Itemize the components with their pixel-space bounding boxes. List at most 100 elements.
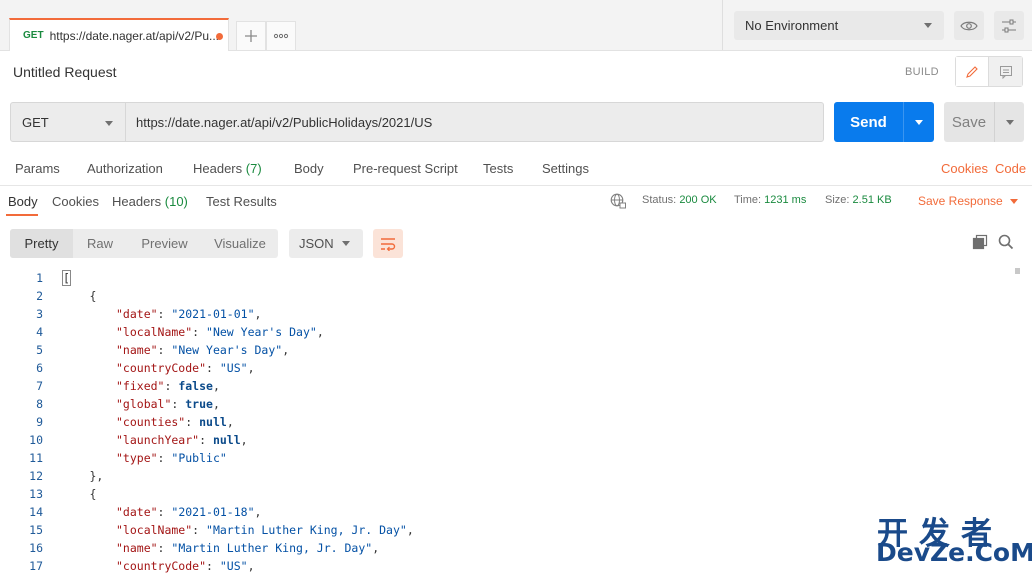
- environment-label: No Environment: [745, 18, 839, 33]
- code-token: :: [171, 397, 186, 411]
- code-token: ,: [254, 505, 262, 519]
- code-text: "type": "Public": [116, 451, 227, 465]
- code-token: "counties": [116, 415, 186, 429]
- line-number: 7: [36, 379, 43, 393]
- code-line: 13 {: [0, 485, 1020, 503]
- url-input[interactable]: https://date.nager.at/api/v2/PublicHolid…: [125, 102, 824, 142]
- code-token: :: [206, 559, 220, 573]
- code-token: ,: [247, 559, 255, 573]
- response-tab-cookies[interactable]: Cookies: [52, 194, 99, 209]
- response-tab-headers[interactable]: Headers (10): [112, 194, 188, 209]
- search-icon[interactable]: [998, 234, 1014, 250]
- divider: [722, 0, 723, 50]
- code-token: "Martin Luther King, Jr. Day": [206, 523, 407, 537]
- comment-icon: [999, 65, 1012, 79]
- globe-lock-icon[interactable]: [610, 193, 626, 209]
- code-token: "2021-01-01": [171, 307, 255, 321]
- code-line: 16 "name": "Martin Luther King, Jr. Day",: [0, 539, 1020, 557]
- format-select[interactable]: JSON: [289, 229, 363, 258]
- code-link[interactable]: Code: [995, 161, 1026, 176]
- code-token: ,: [316, 325, 324, 339]
- tab-headers[interactable]: Headers (7): [193, 161, 262, 176]
- view-pretty[interactable]: Pretty: [10, 229, 73, 258]
- view-raw[interactable]: Raw: [73, 229, 127, 258]
- code-text: "countryCode": "US",: [116, 361, 255, 375]
- tab-settings[interactable]: Settings: [542, 161, 589, 176]
- send-options-button[interactable]: [904, 119, 934, 125]
- tab-params[interactable]: Params: [15, 161, 60, 176]
- scrollbar[interactable]: [1015, 268, 1020, 274]
- code-line: 12},: [0, 467, 1020, 485]
- status-display: Status: 200 OK: [642, 194, 717, 206]
- eye-icon: [960, 21, 978, 30]
- code-token: "localName": [116, 325, 193, 339]
- code-line: 7 "fixed": false,: [0, 377, 1020, 395]
- tab-pre-request-script[interactable]: Pre-request Script: [353, 161, 458, 176]
- new-tab-button[interactable]: [236, 21, 266, 50]
- more-tabs-button[interactable]: [266, 21, 296, 50]
- wrap-lines-button[interactable]: [373, 229, 403, 258]
- code-token: :: [157, 505, 172, 519]
- view-visualize[interactable]: Visualize: [202, 229, 278, 258]
- cookies-link[interactable]: Cookies: [941, 161, 988, 176]
- response-tab-body[interactable]: Body: [8, 194, 38, 209]
- edit-button[interactable]: [956, 57, 990, 86]
- line-number: 2: [36, 289, 43, 303]
- environment-select[interactable]: No Environment: [734, 11, 944, 40]
- copy-icon[interactable]: [972, 234, 988, 250]
- view-preview[interactable]: Preview: [127, 229, 202, 258]
- code-token: "global": [116, 397, 172, 411]
- request-title[interactable]: Untitled Request: [13, 64, 117, 80]
- code-line: 3 "date": "2021-01-01",: [0, 305, 1020, 323]
- active-tab-indicator: [6, 214, 38, 216]
- url-value: https://date.nager.at/api/v2/PublicHolid…: [136, 114, 433, 130]
- watermark-domain: DevZe.CoM: [876, 538, 1032, 567]
- code-text: "name": "Martin Luther King, Jr. Day",: [116, 541, 379, 555]
- save-response-button[interactable]: Save Response: [918, 194, 1018, 208]
- manage-environments-button[interactable]: [994, 11, 1024, 40]
- line-number: 8: [36, 397, 43, 411]
- tab-tests[interactable]: Tests: [483, 161, 513, 176]
- tab-authorization[interactable]: Authorization: [87, 161, 163, 176]
- line-number: 3: [36, 307, 43, 321]
- line-number: 9: [36, 415, 43, 429]
- tab-url: https://date.nager.at/api/v2/Pu...: [49, 28, 218, 43]
- code-text: "localName": "Martin Luther King, Jr. Da…: [116, 523, 414, 537]
- environment-quick-look-button[interactable]: [954, 11, 984, 40]
- line-number: 14: [29, 505, 43, 519]
- headers-count: (7): [245, 161, 262, 176]
- code-text: },: [90, 469, 104, 483]
- save-button[interactable]: Save: [944, 102, 1024, 142]
- code-token: :: [164, 379, 179, 393]
- save-options-button[interactable]: [995, 119, 1024, 125]
- status-value: 200 OK: [679, 194, 717, 206]
- tab-bar: GET https://date.nager.at/api/v2/Pu... N…: [0, 0, 1032, 51]
- code-token: "US": [219, 361, 248, 375]
- ellipsis-icon: [273, 33, 289, 39]
- method-select[interactable]: GET: [10, 102, 126, 142]
- line-number: 16: [29, 541, 43, 555]
- code-token: },: [89, 469, 104, 483]
- line-number: 15: [29, 523, 43, 537]
- tab-body[interactable]: Body: [294, 161, 324, 176]
- code-text: "countryCode": "US",: [116, 559, 255, 573]
- code-token: "Public": [171, 451, 227, 465]
- code-line: 5 "name": "New Year's Day",: [0, 341, 1020, 359]
- code-token: "US": [219, 559, 248, 573]
- code-line: 17 "countryCode": "US",: [0, 557, 1020, 575]
- documentation-button[interactable]: [989, 57, 1022, 86]
- code-token: :: [192, 523, 207, 537]
- code-token: ,: [247, 361, 255, 375]
- code-text: {: [90, 487, 97, 501]
- request-tab[interactable]: GET https://date.nager.at/api/v2/Pu...: [9, 18, 229, 51]
- code-token: "countryCode": [116, 559, 207, 573]
- code-token: ,: [406, 523, 414, 537]
- code-token: null: [212, 433, 241, 447]
- code-token: "name": [116, 343, 158, 357]
- code-token: {: [89, 289, 97, 303]
- response-headers-label: Headers: [112, 194, 162, 209]
- code-token: "New Year's Day": [171, 343, 283, 357]
- send-button[interactable]: Send: [834, 102, 934, 142]
- response-tab-test-results[interactable]: Test Results: [206, 194, 277, 209]
- code-token: :: [157, 541, 172, 555]
